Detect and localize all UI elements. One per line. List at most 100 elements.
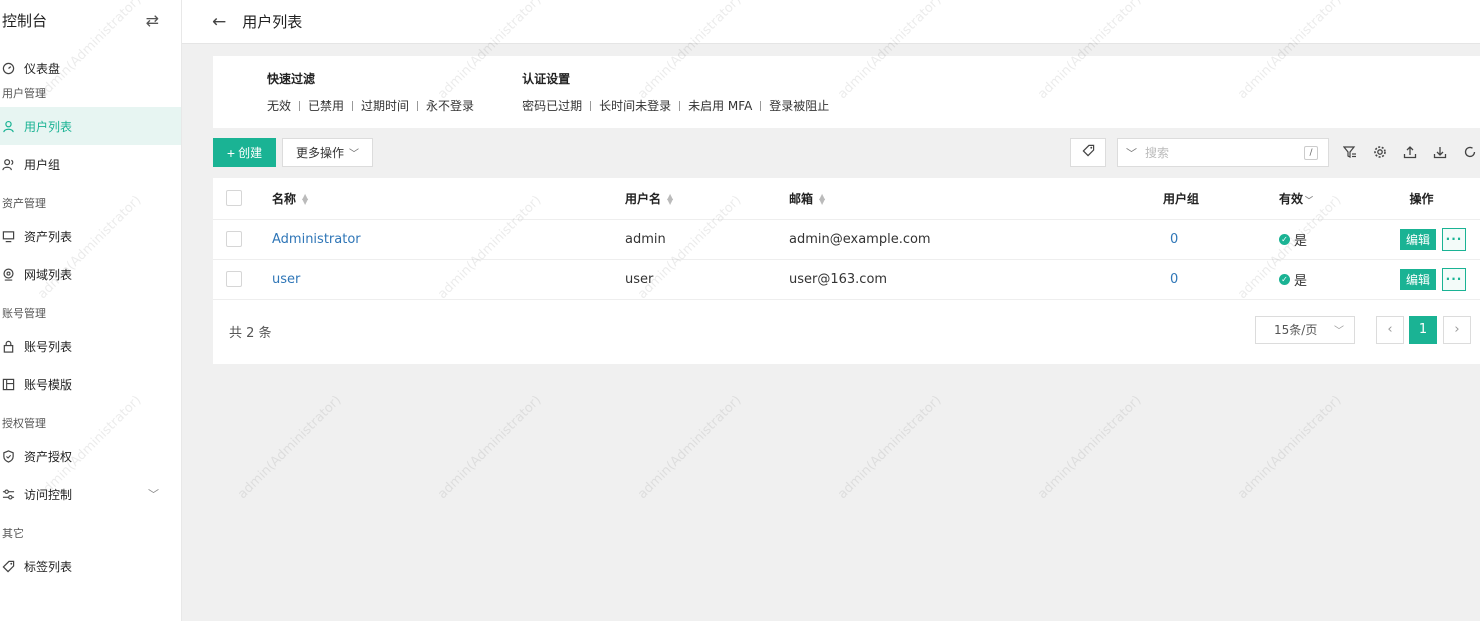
select-all-checkbox[interactable] <box>226 190 242 207</box>
filter-long-inactive[interactable]: 长时间未登录 <box>599 97 671 114</box>
download-icon[interactable] <box>1433 145 1447 159</box>
group-count[interactable]: 0 <box>1170 232 1178 247</box>
upload-icon[interactable] <box>1403 145 1417 159</box>
location-icon <box>2 268 24 281</box>
edit-button[interactable]: 编辑 <box>1400 268 1436 290</box>
create-label: 创建 <box>238 146 263 160</box>
divider <box>760 100 762 111</box>
page-size-value: 15条/页 <box>1274 323 1318 337</box>
back-arrow-icon[interactable]: ← <box>212 12 226 32</box>
row-checkbox[interactable] <box>226 271 242 287</box>
sidebar-item-account-list[interactable]: 账号列表 <box>0 327 181 365</box>
chevron-down-icon: ﹀ <box>1334 326 1344 337</box>
filter-password-expired[interactable]: 密码已过期 <box>522 97 582 114</box>
shield-icon <box>2 449 24 463</box>
next-page-button[interactable]: › <box>1443 315 1471 344</box>
column-header-name[interactable]: 名称 ▲ ▼ <box>272 178 625 220</box>
chevron-left-icon: ‹ <box>1387 322 1393 337</box>
sidebar-item-access-control[interactable]: 访问控制 ﹀ <box>0 475 181 513</box>
chevron-down-icon[interactable]: ﹀ <box>148 486 159 502</box>
page-size-select[interactable]: 15条/页 ﹀ <box>1255 315 1355 344</box>
filter-login-blocked[interactable]: 登录被阻止 <box>769 97 829 114</box>
auth-filter-group: 认证设置 密码已过期 长时间未登录 未启用 MFA 登录被阻止 <box>522 70 829 128</box>
filter-never-login[interactable]: 永不登录 <box>426 97 474 114</box>
group-count[interactable]: 0 <box>1170 272 1178 287</box>
sidebar-item-label: 资产列表 <box>24 229 73 244</box>
sidebar-item-dashboard[interactable]: 仪表盘 <box>0 49 181 87</box>
filter-expired[interactable]: 过期时间 <box>361 97 409 114</box>
row-checkbox[interactable] <box>226 231 242 247</box>
quick-filter-group: 快速过滤 无效 已禁用 过期时间 永不登录 <box>267 70 474 128</box>
tag-icon <box>1082 144 1095 161</box>
user-table: 名称 ▲ ▼ 用户名 ▲ ▼ 邮箱 ▲ ▼ 用户组 有效 ﹀ 操作 Administrator… <box>213 178 1480 300</box>
watermark: admin(Administrator) <box>635 392 745 503</box>
sidebar-item-account-template[interactable]: 账号模版 <box>0 365 181 403</box>
sidebar-item-user-group[interactable]: 用户组 <box>0 145 181 183</box>
username-cell: admin <box>625 219 789 260</box>
column-header-username[interactable]: 用户名 ▲ ▼ <box>625 178 789 220</box>
chevron-down-icon[interactable]: ﹀ <box>1126 145 1137 161</box>
sidebar-item-label: 仪表盘 <box>24 61 61 76</box>
sidebar-header: 控制台 ⇄ <box>0 0 181 40</box>
search-box[interactable]: ﹀ / <box>1117 138 1329 167</box>
template-icon <box>2 378 24 391</box>
filter-clear-icon[interactable] <box>1343 145 1357 159</box>
lock-icon <box>2 340 24 353</box>
user-name-link[interactable]: user <box>272 272 300 287</box>
sort-icon[interactable]: ▲ ▼ <box>819 193 825 206</box>
tag-icon <box>2 560 24 573</box>
sidebar-group-user: 用户管理 <box>2 87 46 100</box>
table-row: user user user@163.com 0 ✓ 是 编辑 ··· <box>213 259 1480 300</box>
search-input[interactable] <box>1145 145 1295 160</box>
page-title: 用户列表 <box>242 13 303 31</box>
filter-invalid[interactable]: 无效 <box>267 97 291 114</box>
column-header-group: 用户组 <box>1139 178 1279 220</box>
table-tools <box>1343 145 1477 159</box>
sidebar-item-asset-list[interactable]: 资产列表 <box>0 217 181 255</box>
column-header-valid[interactable]: 有效 ﹀ <box>1279 178 1363 220</box>
valid-value: 是 <box>1294 273 1308 289</box>
dashboard-icon <box>2 62 24 75</box>
sliders-icon <box>2 488 24 501</box>
shortcut-hint: / <box>1304 146 1318 160</box>
more-icon[interactable]: ··· <box>1442 267 1466 291</box>
sidebar-item-tag-list[interactable]: 标签列表 <box>0 547 181 585</box>
users-icon <box>2 158 24 171</box>
user-name-link[interactable]: Administrator <box>272 232 361 247</box>
more-icon[interactable]: ··· <box>1442 227 1466 251</box>
chevron-right-icon: › <box>1454 322 1460 337</box>
more-actions-button[interactable]: 更多操作 ﹀ <box>282 138 373 167</box>
check-icon: ✓ <box>1279 233 1290 245</box>
sort-icon[interactable]: ▲ ▼ <box>302 193 308 206</box>
column-header-actions: 操作 <box>1363 178 1480 220</box>
user-icon <box>2 120 24 133</box>
divider <box>299 100 301 111</box>
sidebar-item-domain-list[interactable]: 网域列表 <box>0 255 181 293</box>
page-number[interactable]: 1 <box>1409 315 1437 344</box>
sidebar-item-label: 资产授权 <box>24 449 73 464</box>
gear-icon[interactable] <box>1373 145 1387 159</box>
filter-mfa-disabled[interactable]: 未启用 MFA <box>688 97 752 114</box>
pagination-bar: 共 2 条 15条/页 ﹀ ‹ 1 › <box>213 300 1480 364</box>
table-header-row: 名称 ▲ ▼ 用户名 ▲ ▼ 邮箱 ▲ ▼ 用户组 有效 ﹀ 操作 <box>213 178 1480 220</box>
tag-filter-button[interactable] <box>1070 138 1106 167</box>
check-icon: ✓ <box>1279 273 1290 285</box>
prev-page-button[interactable]: ‹ <box>1376 315 1404 344</box>
sidebar-item-label: 用户组 <box>24 157 61 172</box>
edit-button[interactable]: 编辑 <box>1400 228 1436 250</box>
column-header-email[interactable]: 邮箱 ▲ ▼ <box>789 178 1139 220</box>
refresh-icon[interactable] <box>1463 145 1477 159</box>
auth-filter-title: 认证设置 <box>522 72 571 86</box>
email-cell: admin@example.com <box>789 219 1139 260</box>
sidebar-item-label: 访问控制 <box>24 487 73 502</box>
chevron-down-icon[interactable]: ﹀ <box>1305 196 1313 205</box>
divider <box>417 100 419 111</box>
monitor-icon <box>2 230 24 243</box>
sidebar-item-asset-permission[interactable]: 资产授权 <box>0 437 181 475</box>
sort-icon[interactable]: ▲ ▼ <box>667 193 673 206</box>
filter-disabled[interactable]: 已禁用 <box>308 97 344 114</box>
watermark: admin(Administrator) <box>835 392 945 503</box>
swap-icon[interactable]: ⇄ <box>146 11 159 30</box>
sidebar-item-user-list[interactable]: 用户列表 <box>0 107 181 145</box>
create-button[interactable]: + 创建 <box>213 138 276 167</box>
